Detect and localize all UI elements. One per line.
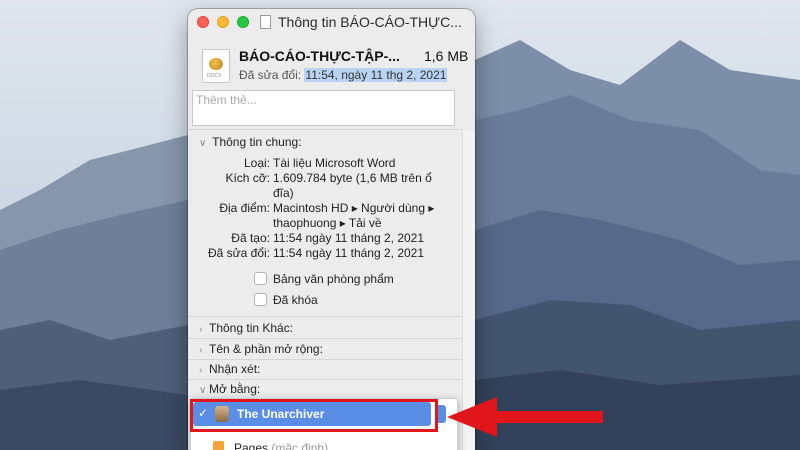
- window-title: Thông tin BÁO-CÁO-THỰC...: [278, 14, 462, 30]
- pages-app-icon: [213, 441, 224, 450]
- general-info-toggle[interactable]: ∨ Thông tin chung:: [199, 135, 302, 149]
- tags-input[interactable]: Thêm thẻ...: [192, 90, 455, 126]
- open-with-toggle[interactable]: ∨ Mở bằng:: [199, 382, 260, 396]
- modified-label: Đã sửa đổi:: [239, 68, 302, 82]
- chevron-right-icon: ›: [199, 324, 203, 335]
- divider: [188, 129, 462, 130]
- get-info-window: Thông tin BÁO-CÁO-THỰC... DOCX BÁO-CÁO-T…: [188, 9, 475, 450]
- word-document-icon: DOCX: [202, 49, 230, 83]
- stationery-checkbox-row[interactable]: Bảng văn phòng phẩm: [254, 272, 394, 286]
- divider: [188, 359, 462, 360]
- open-with-option-pages[interactable]: Pages (mặc định): [213, 441, 328, 450]
- comments-toggle[interactable]: › Nhận xét:: [199, 362, 260, 376]
- modified-value: 11:54, ngày 11 thg 2, 2021: [304, 68, 448, 82]
- zoom-button[interactable]: [237, 16, 249, 28]
- close-button[interactable]: [197, 16, 209, 28]
- locked-checkbox-row[interactable]: Đã khóa: [254, 293, 318, 307]
- title-bar[interactable]: Thông tin BÁO-CÁO-THỰC...: [188, 9, 475, 35]
- chevron-down-icon: ∨: [199, 385, 207, 396]
- minimize-button[interactable]: [217, 16, 229, 28]
- red-arrow-annotation: [447, 397, 603, 437]
- locked-checkbox[interactable]: [254, 293, 267, 306]
- modified-summary: Đã sửa đổi: 11:54, ngày 11 thg 2, 2021: [239, 68, 448, 82]
- file-name: BÁO-CÁO-THỰC-TẬP-...: [239, 48, 400, 64]
- chevron-down-icon: ∨: [199, 138, 207, 149]
- general-info-heading: Thông tin chung:: [212, 135, 302, 149]
- chevron-right-icon: ›: [199, 365, 203, 376]
- divider: [188, 338, 462, 339]
- chevron-right-icon: ›: [199, 345, 203, 356]
- name-extension-toggle[interactable]: › Tên & phần mở rộng:: [199, 342, 323, 356]
- file-size: 1,6 MB: [424, 48, 469, 64]
- highlight-annotation-box: [190, 399, 438, 432]
- divider: [188, 316, 462, 317]
- more-info-toggle[interactable]: › Thông tin Khác:: [199, 321, 293, 335]
- document-icon: [260, 15, 271, 29]
- divider: [188, 379, 462, 380]
- stationery-checkbox[interactable]: [254, 272, 267, 285]
